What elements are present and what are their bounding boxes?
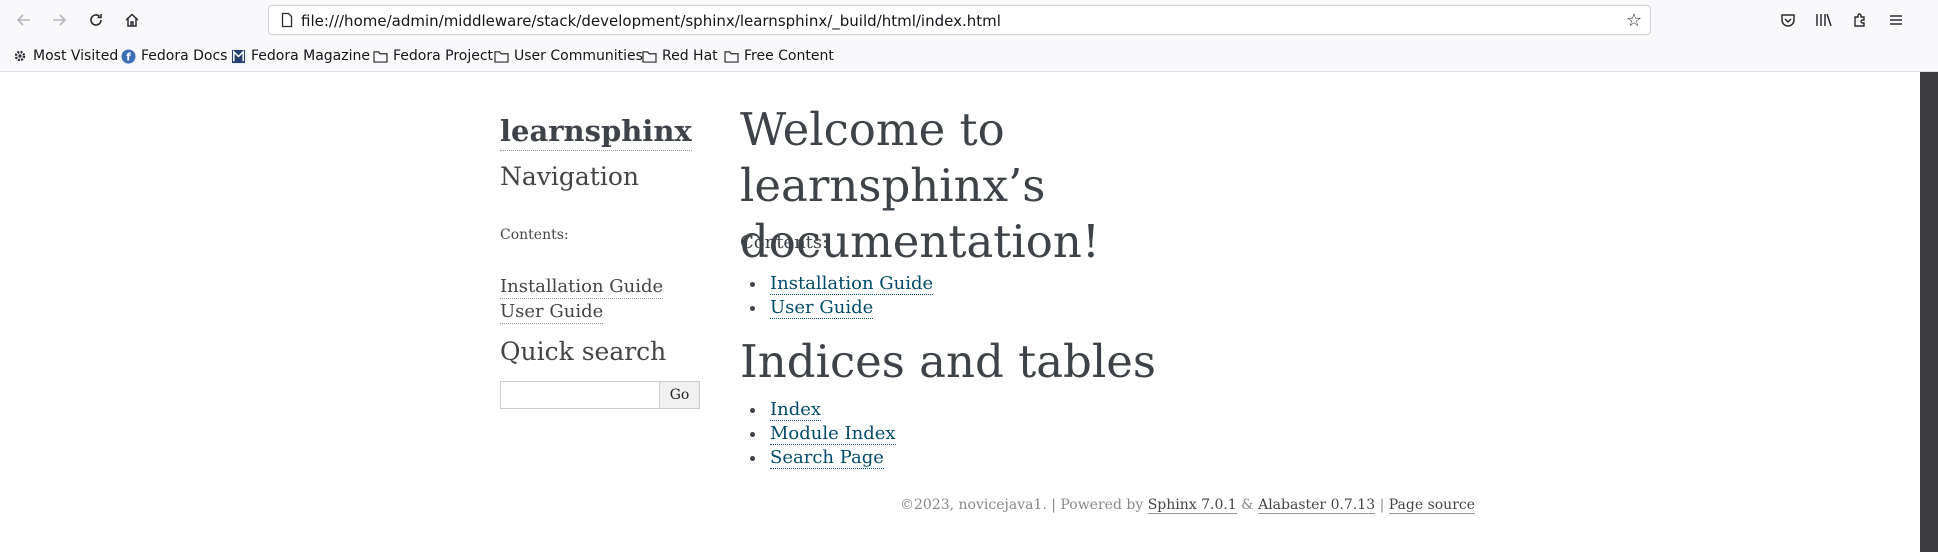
sidebar-link-user-guide[interactable]: User Guide	[500, 301, 604, 324]
contents-label: Contents:	[740, 232, 829, 253]
footer-powered-by: Powered by	[1060, 497, 1144, 513]
bookmark-user-communities[interactable]: User Communities	[493, 46, 643, 66]
page-viewport: learnsphinx Navigation Contents: Install…	[0, 72, 1920, 552]
navigation-heading: Navigation	[500, 162, 640, 191]
hamburger-icon	[1890, 15, 1902, 25]
url-text[interactable]: file:///home/admin/middleware/stack/deve…	[301, 12, 1001, 30]
bookmark-fedora-project[interactable]: Fedora Project	[372, 46, 493, 66]
page-source-link[interactable]: Page source	[1388, 497, 1476, 514]
quick-search-input[interactable]	[500, 381, 660, 409]
reload-icon	[90, 14, 102, 26]
search-page-link[interactable]: Search Page	[770, 447, 884, 469]
folder-icon	[641, 48, 657, 64]
home-icon	[125, 13, 139, 27]
pocket-button[interactable]	[1772, 6, 1804, 34]
list-item: Installation Guide	[740, 272, 934, 296]
bookmark-fedora-magazine[interactable]: Fedora Magazine	[230, 46, 370, 66]
folder-icon	[723, 48, 739, 64]
project-logo-link[interactable]: learnsphinx	[500, 112, 692, 151]
back-button[interactable]	[8, 6, 40, 34]
alabaster-link[interactable]: Alabaster 0.7.13	[1258, 497, 1376, 514]
sidebar-link-installation-guide[interactable]: Installation Guide	[500, 276, 664, 299]
reload-button[interactable]	[80, 6, 112, 34]
library-button[interactable]	[1808, 6, 1840, 34]
folder-icon	[493, 48, 509, 64]
pocket-icon	[1781, 14, 1795, 27]
extensions-button[interactable]	[1844, 6, 1876, 34]
browser-toolbar: file:///home/admin/middleware/stack/deve…	[0, 0, 1938, 40]
index-link[interactable]: Index	[770, 399, 822, 421]
footer: ©2023, novicejava1. | Powered by Sphinx …	[900, 497, 1476, 514]
footer-copyright: ©2023, novicejava1.	[900, 497, 1047, 513]
bookmark-red-hat[interactable]: Red Hat	[641, 46, 718, 66]
window-edge-strip	[1920, 72, 1938, 552]
module-index-link[interactable]: Module Index	[770, 423, 896, 445]
library-icon	[1816, 13, 1832, 27]
address-bar[interactable]: file:///home/admin/middleware/stack/deve…	[268, 5, 1651, 35]
arrow-right-icon	[53, 14, 67, 26]
folder-icon	[372, 48, 388, 64]
quick-search-heading: Quick search	[500, 337, 667, 366]
forward-button[interactable]	[43, 6, 75, 34]
indices-list: Index Module Index Search Page	[740, 398, 896, 470]
list-item: Module Index	[740, 422, 896, 446]
footer-ampersand: &	[1241, 497, 1254, 513]
toc-list: Installation Guide User Guide	[740, 272, 934, 320]
home-button[interactable]	[116, 6, 148, 34]
svg-text:f: f	[126, 51, 131, 63]
bookmark-free-content[interactable]: Free Content	[723, 46, 834, 66]
toc-link-installation-guide[interactable]: Installation Guide	[770, 273, 934, 295]
menu-button[interactable]	[1880, 6, 1912, 34]
bookmarks-toolbar: Most Visited f Fedora Docs Fedora Magazi…	[0, 40, 1938, 72]
magazine-icon	[230, 48, 246, 64]
list-item: User Guide	[740, 296, 933, 320]
page-icon	[281, 12, 293, 28]
footer-separator: |	[1379, 497, 1389, 513]
contents-caption: Contents:	[500, 227, 569, 243]
list-item: Index	[740, 398, 896, 422]
bookmark-fedora-docs[interactable]: f Fedora Docs	[120, 46, 227, 66]
bookmark-star-icon[interactable]: ☆	[1626, 10, 1642, 31]
list-item: Search Page	[740, 446, 896, 470]
sphinx-link[interactable]: Sphinx 7.0.1	[1147, 497, 1237, 514]
fedora-icon: f	[120, 48, 136, 64]
arrow-left-icon	[16, 14, 30, 26]
bookmark-most-visited[interactable]: Most Visited	[12, 46, 118, 66]
toc-link-user-guide[interactable]: User Guide	[770, 297, 874, 319]
search-go-button[interactable]: Go	[659, 381, 700, 409]
gear-icon	[12, 48, 28, 64]
puzzle-icon	[1854, 13, 1865, 27]
indices-heading: Indices and tables	[740, 335, 1156, 388]
